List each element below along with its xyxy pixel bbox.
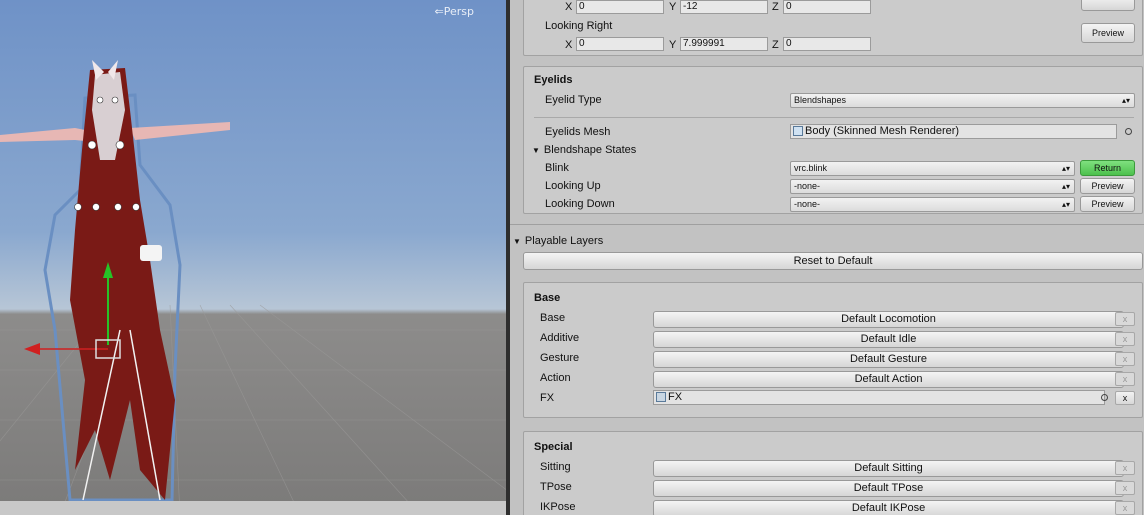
looking-down-label: Looking Down [545, 198, 615, 210]
preview-button-top[interactable] [1081, 0, 1135, 11]
x-axis-arrow[interactable] [24, 343, 40, 355]
base-clear-button[interactable]: x [1115, 312, 1135, 326]
view-mode-text: Persp [443, 5, 474, 18]
divider [534, 117, 1134, 118]
additive-clear-button[interactable]: x [1115, 332, 1135, 346]
dropdown-arrows-icon: ▴▾ [1061, 182, 1070, 191]
sitting-layer-label: Sitting [540, 461, 571, 473]
animator-controller-icon [656, 392, 666, 403]
look-row1-y-field[interactable]: -12 [680, 0, 768, 14]
tpose-controller-button[interactable]: Default TPose [653, 480, 1124, 497]
x-label: X [565, 39, 573, 51]
look-row2-x-field[interactable]: 0 [576, 37, 664, 51]
dropdown-arrows-icon: ▴▾ [1121, 96, 1130, 105]
additive-layer-label: Additive [540, 332, 580, 344]
foldout-triangle-icon: ▼ [513, 237, 521, 246]
y-label: Y [669, 1, 677, 13]
sitting-controller-button[interactable]: Default Sitting [653, 460, 1124, 477]
action-clear-button[interactable]: x [1115, 372, 1135, 386]
base-layer-label: Base [540, 312, 566, 324]
object-picker-icon[interactable] [1125, 128, 1132, 135]
looking-down-preview-button[interactable]: Preview [1080, 196, 1135, 212]
look-row1-z-field[interactable]: 0 [783, 0, 871, 14]
z-label: Z [772, 1, 779, 13]
action-layer-label: Action [540, 372, 571, 384]
scene-bottom-bar [0, 501, 506, 515]
action-controller-button[interactable]: Default Action [653, 371, 1124, 388]
eyelids-mesh-value: Body (Skinned Mesh Renderer) [805, 125, 960, 137]
playable-layers-foldout[interactable]: ▼ Playable Layers [513, 235, 603, 247]
y-label: Y [669, 39, 677, 51]
scene-view[interactable]: ⇐Persp [0, 0, 506, 515]
looking-right-label: Looking Right [545, 20, 613, 32]
look-row2-z-field[interactable]: 0 [783, 37, 871, 51]
look-row1-x-field[interactable]: 0 [576, 0, 664, 14]
eyelid-type-dropdown[interactable]: Blendshapes ▴▾ [790, 93, 1135, 108]
fx-controller-field[interactable]: FX [653, 390, 1105, 405]
eyelids-title: Eyelids [534, 74, 573, 86]
right-arm [130, 122, 230, 140]
left-arm [0, 128, 95, 142]
inspector-panel: X 0 Y -12 Z 0 Looking Right X 0 Y 7.9999… [510, 0, 1144, 515]
preview-button-looking-right[interactable]: Preview [1081, 23, 1135, 43]
scene-canvas [0, 60, 506, 515]
ikpose-controller-button[interactable]: Default IKPose [653, 500, 1124, 515]
return-button[interactable]: Return [1080, 160, 1135, 176]
ikpose-layer-label: IKPose [540, 501, 576, 513]
look-row2-y-field[interactable]: 7.999991 [680, 37, 768, 51]
dropdown-arrows-icon: ▴▾ [1061, 200, 1070, 209]
look-fields-box: X 0 Y -12 Z 0 Looking Right X 0 Y 7.9999… [523, 0, 1143, 56]
playable-layers-title: Playable Layers [524, 235, 604, 247]
section-divider [510, 224, 1144, 225]
eyelid-type-value: Blendshapes [794, 95, 847, 105]
foldout-triangle-icon: ▼ [532, 146, 540, 155]
sitting-clear-button[interactable]: x [1115, 461, 1135, 475]
x-label: X [565, 1, 573, 13]
reset-to-default-button[interactable]: Reset to Default [523, 252, 1143, 270]
eyelid-type-label: Eyelid Type [545, 94, 602, 106]
camera-icon [140, 245, 162, 261]
persp-label[interactable]: ⇐Persp [435, 5, 474, 18]
looking-up-label: Looking Up [545, 180, 601, 192]
back-arrows-icon: ⇐ [434, 5, 444, 18]
base-layers-box: Base Base Default Locomotion x Additive … [523, 282, 1143, 418]
blendshape-states-label: Blendshape States [543, 144, 637, 156]
eyelids-box: Eyelids Eyelid Type Blendshapes ▴▾ Eyelid… [523, 66, 1143, 214]
looking-down-dropdown[interactable]: -none- ▴▾ [790, 197, 1075, 212]
eyelids-mesh-label: Eyelids Mesh [545, 126, 611, 138]
blink-label: Blink [545, 162, 569, 174]
eyelids-mesh-field[interactable]: Body (Skinned Mesh Renderer) [790, 124, 1117, 139]
blink-dropdown[interactable]: vrc.blink ▴▾ [790, 161, 1075, 176]
blink-value: vrc.blink [794, 163, 828, 173]
looking-up-preview-button[interactable]: Preview [1080, 178, 1135, 194]
base-controller-button[interactable]: Default Locomotion [653, 311, 1124, 328]
tpose-layer-label: TPose [540, 481, 572, 493]
object-picker-icon[interactable] [1101, 394, 1108, 401]
additive-controller-button[interactable]: Default Idle [653, 331, 1124, 348]
skinned-mesh-icon [793, 126, 803, 137]
dropdown-arrows-icon: ▴▾ [1061, 164, 1070, 173]
special-layers-box: Special Sitting Default Sitting x TPose … [523, 431, 1143, 515]
gesture-clear-button[interactable]: x [1115, 352, 1135, 366]
looking-down-value: -none- [794, 199, 821, 209]
looking-up-value: -none- [794, 181, 821, 191]
gesture-controller-button[interactable]: Default Gesture [653, 351, 1124, 368]
blendshape-states-foldout[interactable]: ▼ Blendshape States [532, 144, 636, 156]
z-label: Z [772, 39, 779, 51]
looking-up-dropdown[interactable]: -none- ▴▾ [790, 179, 1075, 194]
gesture-layer-label: Gesture [540, 352, 580, 364]
special-title: Special [534, 441, 573, 453]
fx-layer-label: FX [540, 392, 555, 404]
fx-controller-value: FX [668, 391, 683, 403]
ikpose-clear-button[interactable]: x [1115, 501, 1135, 515]
tpose-clear-button[interactable]: x [1115, 481, 1135, 495]
fx-clear-button[interactable]: x [1115, 391, 1135, 405]
base-title: Base [534, 292, 561, 304]
